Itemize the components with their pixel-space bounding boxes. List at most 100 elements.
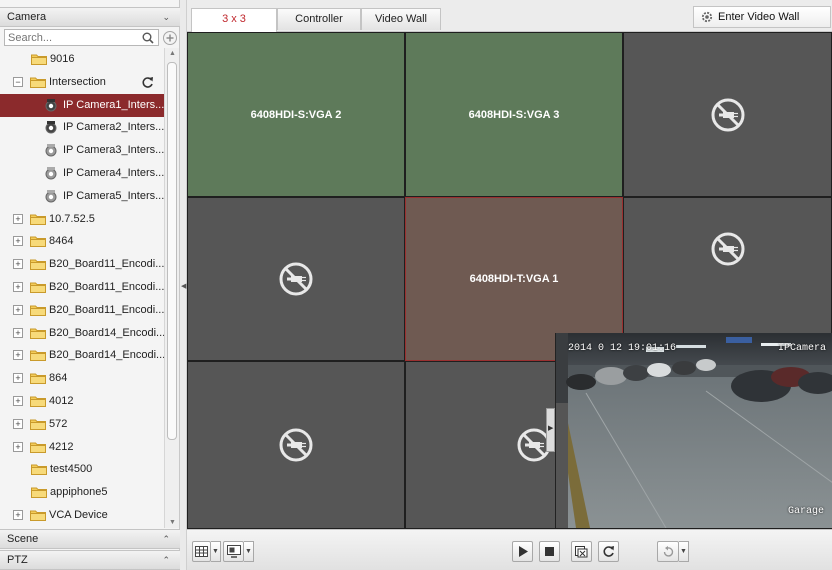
video-expand-handle[interactable]: ▶ — [546, 408, 555, 452]
tree-item-folder[interactable]: +10.7.52.5 — [0, 208, 164, 231]
monitor-icon — [226, 545, 241, 558]
folder-icon — [30, 77, 46, 88]
camera-panel-header[interactable]: Camera ⌄ — [0, 7, 180, 27]
video-timestamp: 2014 0 12 19:01:16 — [568, 343, 677, 354]
tree-scrollbar[interactable]: ▲ ▼ — [164, 48, 179, 528]
tree-item-label: IP Camera3_Inters... — [63, 144, 164, 157]
expand-icon[interactable]: + — [13, 213, 23, 224]
tree-item-folder[interactable]: + B20_Board11_Encodi... — [0, 253, 164, 276]
undo-dropdown[interactable]: ▼ — [679, 541, 689, 562]
expand-icon[interactable]: + — [13, 282, 23, 292]
tree-item-label: IP Camera4_Inters... — [63, 167, 164, 179]
tree-item-folder[interactable]: + B20_Board11_Encodi... — [0, 299, 164, 322]
tree-item-folder[interactable]: + B20_Board14_Encodi... — [0, 322, 164, 345]
tree-item-camera[interactable]: IP Camera5_Inters... — [0, 185, 164, 208]
play-button[interactable] — [512, 541, 533, 562]
stop-button[interactable] — [539, 541, 560, 562]
tree-item-label: VCA Device — [49, 509, 108, 521]
expand-icon[interactable]: + — [13, 441, 23, 452]
chevron-up-icon[interactable]: ⌃ — [162, 551, 170, 569]
stop-all-icon — [575, 545, 588, 557]
undo-button[interactable] — [657, 541, 679, 562]
search-icon[interactable] — [141, 31, 155, 45]
tree-item-folder[interactable]: + VCA Device — [0, 504, 164, 527]
tree-item-label: 8464 — [49, 235, 74, 248]
scene-screen-button[interactable] — [223, 541, 244, 562]
bottom-toolbar: ▼ ▼ ▼ — [187, 529, 832, 570]
no-signal-icon — [711, 98, 744, 131]
expand-icon[interactable]: + — [13, 327, 23, 338]
cell-label: 6408HDI-S:VGA 2 — [250, 108, 342, 121]
scrollbar-thumb[interactable] — [167, 62, 177, 440]
folder-icon — [30, 373, 46, 385]
expand-icon[interactable]: + — [13, 396, 23, 406]
expand-icon[interactable]: + — [13, 259, 23, 270]
tree-item-camera[interactable]: IP Camera1_Inters... — [0, 93, 164, 117]
ptz-panel-title: PTZ — [7, 554, 28, 566]
window-division-button[interactable] — [192, 541, 211, 562]
tree-item-folder[interactable]: +8464 — [0, 230, 164, 253]
tree-item-camera[interactable]: IP Camera2_Inters... — [0, 116, 164, 139]
tree-item-folder[interactable]: +4012 — [0, 390, 164, 413]
refresh-icon[interactable] — [141, 76, 154, 89]
tree-item-folder[interactable]: +572 — [0, 413, 164, 436]
ptz-panel-header[interactable]: PTZ ⌃ — [0, 550, 180, 570]
cell-label: 6408HDI-S:VGA 3 — [468, 108, 560, 121]
enter-video-wall-config-button[interactable]: Enter Video Wall Config — [693, 6, 831, 43]
folder-icon — [30, 259, 46, 271]
chevron-down-icon[interactable]: ⌄ — [162, 8, 170, 26]
window-cell[interactable] — [187, 361, 405, 529]
window-cell[interactable]: 6408HDI-S:VGA 2 — [187, 32, 405, 197]
tree-item-label: appiphone5 — [50, 486, 108, 499]
video-location: Garage — [788, 506, 825, 517]
window-cell[interactable] — [187, 197, 405, 361]
folder-icon — [30, 328, 46, 339]
add-icon[interactable] — [162, 30, 178, 46]
collapse-icon[interactable]: − — [13, 76, 23, 87]
live-video-window[interactable]: 2014 0 12 19:01:16 IPCamera Garage — [555, 333, 832, 528]
folder-icon — [31, 464, 47, 476]
tree-item-label: IP Camera1_Inters... — [63, 98, 164, 111]
tab-controller[interactable]: Controller — [277, 8, 361, 30]
expand-icon[interactable]: + — [13, 304, 23, 315]
scene-panel-title: Scene — [7, 533, 39, 545]
window-cell[interactable]: 6408HDI-S:VGA 3 — [405, 32, 623, 197]
tree-item-folder[interactable]: + B20_Board11_Encodi... — [0, 276, 164, 299]
scene-screen-dropdown[interactable]: ▼ — [244, 541, 254, 562]
camera-panel-title: Camera — [7, 11, 47, 23]
stop-all-button[interactable] — [571, 541, 592, 562]
tree-item-label: IP Camera5_Inters... — [63, 189, 164, 202]
expand-icon[interactable]: + — [13, 373, 23, 384]
tree-item-folder[interactable]: appiphone5 — [0, 481, 164, 504]
tree-item-camera[interactable]: IP Camera4_Inters... — [0, 162, 164, 185]
tree-item-folder[interactable]: − Intersection — [0, 71, 164, 94]
panel-splitter[interactable]: ◀ — [180, 0, 187, 570]
window-division-dropdown[interactable]: ▼ — [211, 541, 221, 562]
tree-item-label: IP Camera2_Inters... — [63, 121, 164, 134]
window-cell[interactable] — [623, 32, 832, 197]
tree-item-folder[interactable]: +4212 — [0, 436, 164, 459]
tree-item-folder[interactable]: +864 — [0, 367, 164, 390]
expand-icon[interactable]: + — [13, 236, 23, 247]
device-tree: 9016 − Intersection IP Camera1_Inters... IP … — [0, 48, 164, 528]
tree-item-folder[interactable]: test4500 — [0, 458, 164, 481]
no-signal-icon — [711, 232, 744, 266]
expand-icon[interactable]: + — [13, 418, 23, 429]
tree-item-label: B20_Board11_Encodi... — [49, 281, 164, 293]
scene-panel-header[interactable]: Scene ⌃ — [0, 529, 180, 549]
refresh-button[interactable] — [598, 541, 619, 562]
resource-panel: Camera ⌄ 9016 − Intersection IP Camera1_Int… — [0, 0, 180, 570]
tree-item-camera[interactable]: IP Camera3_Inters... — [0, 139, 164, 162]
tree-item-label: Intersection — [49, 75, 106, 88]
tree-item-folder[interactable]: + B20_Board14_Encodi... — [0, 344, 164, 367]
expand-icon[interactable]: + — [13, 510, 23, 520]
tab-3x3[interactable]: 3 x 3 — [191, 8, 277, 32]
expand-icon[interactable]: + — [13, 350, 23, 361]
collapse-left-icon[interactable]: ◀ — [181, 282, 186, 290]
search-input[interactable] — [4, 29, 159, 46]
tree-item-label: B20_Board11_Encodi... — [49, 258, 164, 271]
tab-video-wall[interactable]: Video Wall — [361, 8, 441, 30]
tree-item-label: B20_Board14_Encodi... — [49, 326, 164, 339]
tree-item-folder[interactable]: 9016 — [0, 48, 164, 71]
chevron-up-icon[interactable]: ⌃ — [162, 530, 170, 548]
